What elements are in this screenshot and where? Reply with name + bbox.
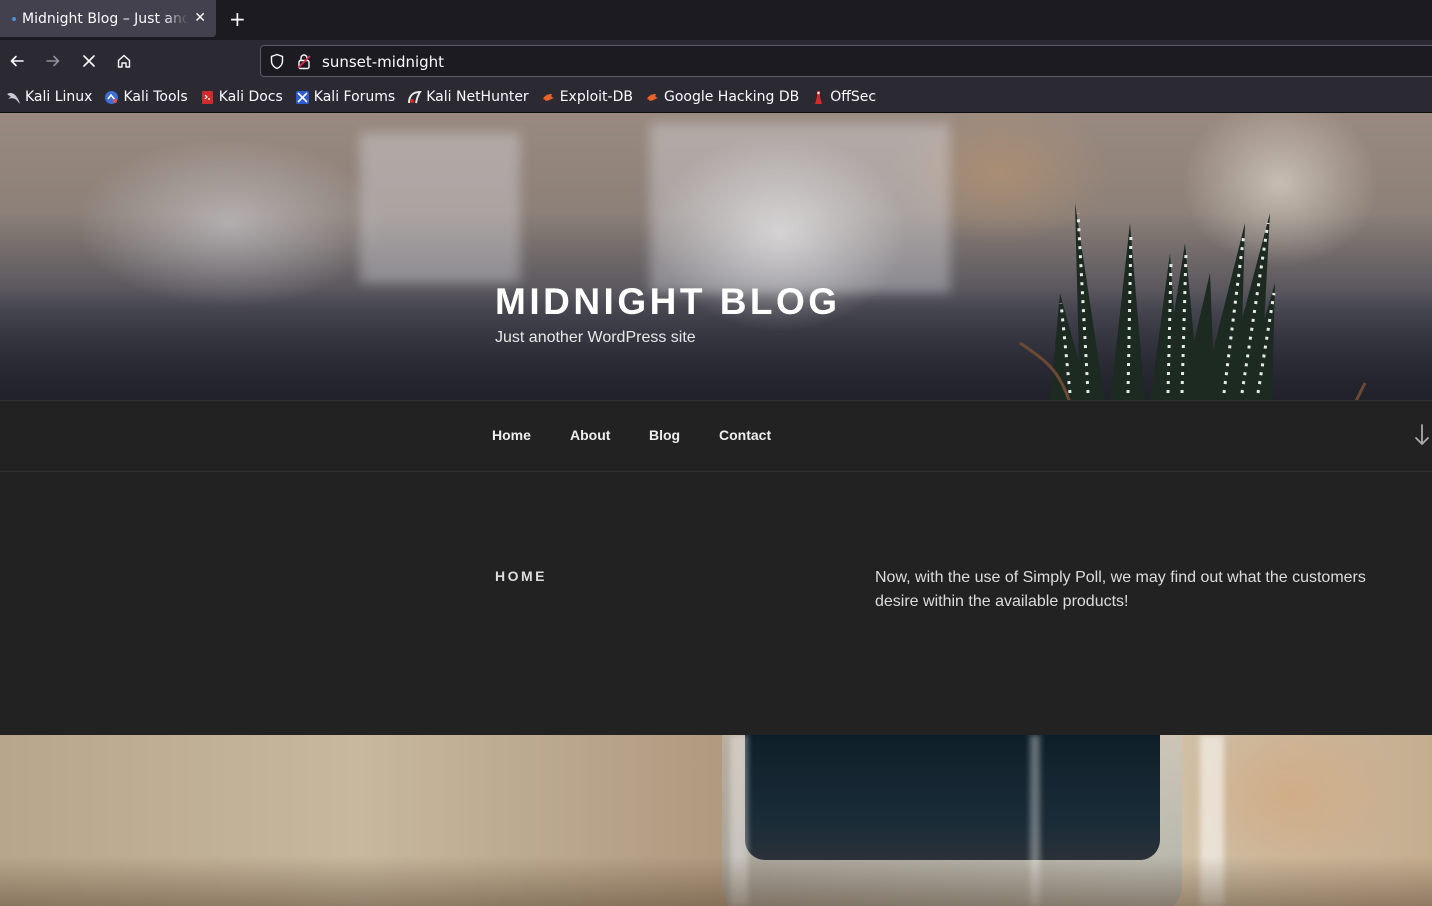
kali-forums-icon <box>295 90 309 104</box>
kali-dragon-icon <box>7 92 20 104</box>
ghdb-icon <box>646 93 658 101</box>
kali-docs-icon <box>201 90 213 104</box>
bookmark-label: Kali Forums <box>313 89 396 105</box>
offsec-icon <box>815 90 823 104</box>
back-arrow-icon <box>10 55 24 67</box>
kali-tools-icon <box>105 90 119 104</box>
bookmark-label: Kali Docs <box>218 89 283 105</box>
bookmark-kali-forums[interactable]: Kali Forums <box>295 89 395 105</box>
scroll-down-arrow-icon[interactable] <box>1414 423 1430 447</box>
menu-item-blog[interactable]: Blog <box>649 427 680 443</box>
bookmark-label: Exploit-DB <box>559 89 633 105</box>
home-icon <box>117 54 131 68</box>
bookmark-kali-tools[interactable]: Kali Tools <box>104 89 188 105</box>
bookmark-exploit-db[interactable]: Exploit-DB <box>541 89 633 105</box>
new-tab-icon[interactable]: + <box>229 8 246 30</box>
dark-drink-image <box>745 735 1160 860</box>
bookmark-kali-linux[interactable]: Kali Linux <box>6 89 92 105</box>
close-tab-icon[interactable]: ✕ <box>194 10 206 26</box>
address-bar[interactable]: sunset-midnight <box>260 45 1432 77</box>
page-body-text: Now, with the use of Simply Poll, we may… <box>875 569 1366 610</box>
table-shadow <box>0 856 1432 906</box>
navigation-toolbar: sunset-midnight <box>0 40 1432 82</box>
bookmark-offsec[interactable]: OffSec <box>811 89 876 105</box>
page-content: HOME Now, with the use of Simply Poll, w… <box>0 472 1432 735</box>
home-button[interactable] <box>112 49 136 73</box>
site-description: Just another WordPress site <box>495 329 696 346</box>
bookmarks-toolbar: Kali Linux Kali Tools Kali Docs Kali For… <box>0 82 1432 113</box>
page-title: HOME <box>495 568 547 584</box>
insecure-lock-icon[interactable] <box>297 53 311 70</box>
bookmark-label: Google Hacking DB <box>663 89 800 105</box>
back-button[interactable] <box>5 49 29 73</box>
forward-arrow-icon <box>46 55 60 67</box>
bookmark-kali-docs[interactable]: Kali Docs <box>200 89 283 105</box>
main-navigation: Home About Blog Contact <box>0 400 1432 472</box>
bookmark-label: Kali Tools <box>123 89 188 105</box>
blurred-window <box>360 133 520 283</box>
tab-bar: Midnight Blog – Just another WordPress s… <box>0 0 1432 40</box>
bookmark-kali-nethunter[interactable]: Kali NetHunter <box>407 89 529 105</box>
site-title[interactable]: MIDNIGHT BLOG <box>495 281 841 323</box>
header-image: MIDNIGHT BLOG Just another WordPress sit… <box>0 113 1432 400</box>
bookmark-label: Kali Linux <box>25 89 93 105</box>
menu-item-home[interactable]: Home <box>492 427 531 443</box>
forward-button[interactable] <box>41 49 65 73</box>
bookmark-label: Kali NetHunter <box>426 89 529 105</box>
featured-image <box>0 735 1432 906</box>
stop-loading-button[interactable] <box>77 49 101 73</box>
nethunter-icon <box>408 90 423 103</box>
stop-icon <box>83 55 95 67</box>
tab-title: Midnight Blog – Just another WordPress s… <box>22 10 188 27</box>
loading-indicator <box>12 16 16 21</box>
bookmark-label: OffSec <box>830 89 877 105</box>
browser-tab[interactable]: Midnight Blog – Just another WordPress s… <box>0 0 216 37</box>
exploit-db-icon <box>542 93 554 101</box>
menu-item-about[interactable]: About <box>570 427 610 443</box>
tracking-protection-shield-icon[interactable] <box>269 53 285 70</box>
blurred-window <box>650 123 950 293</box>
url-text[interactable]: sunset-midnight <box>322 53 444 71</box>
menu-item-contact[interactable]: Contact <box>719 427 771 443</box>
bookmark-google-hacking-db[interactable]: Google Hacking DB <box>645 89 799 105</box>
succulent-plant-image <box>1019 203 1367 400</box>
